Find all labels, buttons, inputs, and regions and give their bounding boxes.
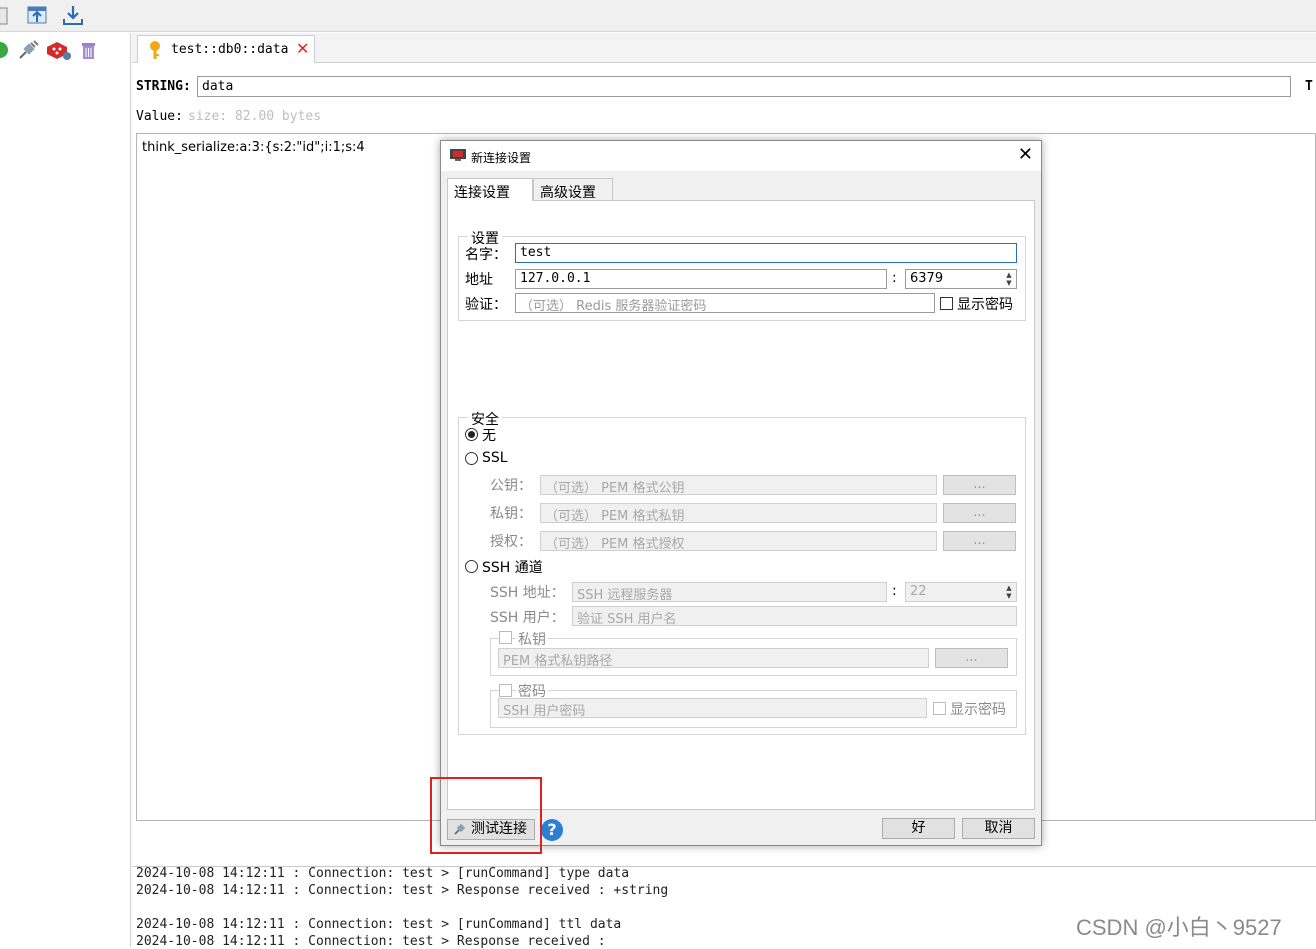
help-icon[interactable]: ? bbox=[541, 819, 563, 841]
value-label: Value: bbox=[136, 109, 183, 124]
ssh-user-label: SSH 用户： bbox=[490, 610, 565, 626]
plug-icon[interactable] bbox=[17, 39, 39, 61]
ssh-privkey-checkbox[interactable] bbox=[499, 631, 512, 644]
ssl-auth-label: 授权： bbox=[490, 534, 532, 550]
ssl-pubkey-input[interactable]: （可选） PEM 格式公钥 bbox=[540, 475, 937, 495]
ssl-auth-input[interactable]: （可选） PEM 格式授权 bbox=[540, 531, 937, 551]
name-label: 名字： bbox=[465, 247, 507, 263]
reload-icon[interactable] bbox=[0, 39, 14, 61]
new-connection-dialog: 新连接设置 ✕ 连接设置 高级设置 设置 名字： test 地址 127.0.0… bbox=[440, 140, 1042, 846]
key-type-label: STRING: bbox=[136, 79, 191, 94]
close-icon[interactable]: ✕ bbox=[1018, 145, 1033, 165]
ssh-user-input[interactable]: 验证 SSH 用户名 bbox=[572, 606, 1017, 626]
name-input[interactable]: test bbox=[515, 243, 1017, 263]
show-password-checkbox[interactable] bbox=[940, 297, 953, 310]
security-none-radio[interactable] bbox=[465, 428, 478, 441]
ok-button[interactable]: 好 bbox=[882, 818, 955, 839]
ssl-pubkey-browse-button[interactable]: ... bbox=[943, 475, 1016, 495]
spin-down-icon[interactable]: ▼ bbox=[1003, 592, 1015, 600]
ssh-password-checkbox[interactable] bbox=[499, 684, 512, 697]
security-ssh-label: SSH 通道 bbox=[482, 560, 543, 576]
ssl-privkey-browse-button[interactable]: ... bbox=[943, 503, 1016, 523]
ssh-address-input[interactable]: SSH 远程服务器 bbox=[572, 582, 887, 602]
spin-up-icon[interactable]: ▲ bbox=[1003, 271, 1015, 279]
tab-key-data[interactable]: test::db0::data ✕ bbox=[137, 35, 315, 63]
port-stepper[interactable]: 6379 ▲ ▼ bbox=[905, 269, 1017, 289]
value-size: size: 82.00 bytes bbox=[188, 109, 322, 124]
tab-label: test::db0::data bbox=[171, 42, 289, 57]
toolbar-button-cut[interactable] bbox=[0, 4, 16, 28]
host-input[interactable]: 127.0.0.1 bbox=[515, 269, 887, 289]
highlight-box bbox=[430, 777, 542, 854]
log-line: 2024-10-08 14:12:11 : Connection: test >… bbox=[136, 883, 669, 898]
connection-settings-page: 设置 名字： test 地址 127.0.0.1 : 6379 ▲ ▼ 验证： … bbox=[447, 200, 1035, 810]
ssl-auth-browse-button[interactable]: ... bbox=[943, 531, 1016, 551]
port-value: 6379 bbox=[910, 271, 944, 286]
cancel-button[interactable]: 取消 bbox=[962, 818, 1035, 839]
security-ssh-radio[interactable] bbox=[465, 560, 478, 573]
ttl-label: T bbox=[1305, 79, 1313, 94]
address-label: 地址 bbox=[465, 272, 493, 288]
ssh-address-label: SSH 地址： bbox=[490, 585, 565, 601]
ssh-port-value: 22 bbox=[910, 584, 927, 599]
ssh-port-stepper[interactable]: 22 ▲ ▼ bbox=[905, 582, 1017, 602]
spin-up-icon[interactable]: ▲ bbox=[1003, 584, 1015, 592]
connection-panel bbox=[0, 33, 131, 947]
security-none-label: 无 bbox=[482, 428, 496, 444]
tab-connection-settings[interactable]: 连接设置 bbox=[447, 178, 533, 201]
auth-label: 验证： bbox=[465, 297, 507, 313]
auth-password-input[interactable]: （可选） Redis 服务器验证密码 bbox=[515, 293, 935, 313]
trash-icon[interactable] bbox=[78, 39, 100, 61]
ssh-show-password-label: 显示密码 bbox=[950, 702, 1006, 718]
security-ssl-label: SSL bbox=[482, 450, 508, 466]
key-name-input[interactable]: data bbox=[197, 76, 1291, 97]
download-icon[interactable] bbox=[61, 4, 85, 28]
main-toolbar bbox=[0, 0, 1316, 32]
ssh-password-input[interactable]: SSH 用户密码 bbox=[498, 698, 927, 718]
port-separator: : bbox=[892, 270, 897, 286]
ssl-privkey-label: 私钥： bbox=[490, 506, 532, 522]
app-icon bbox=[450, 149, 466, 161]
ssl-pubkey-label: 公钥： bbox=[490, 478, 532, 494]
key-tab-bar: test::db0::data ✕ bbox=[132, 33, 1316, 63]
ssh-privkey-path-input[interactable]: PEM 格式私钥路径 bbox=[498, 648, 929, 668]
close-icon[interactable]: ✕ bbox=[296, 40, 309, 58]
watermark: CSDN @小白丶9527 bbox=[1076, 915, 1282, 940]
ssh-privkey-group-title: 私钥 bbox=[516, 629, 548, 649]
value-text: think_serialize:a:3:{s:2:"id";i:1;s:4 bbox=[142, 140, 365, 155]
security-ssl-radio[interactable] bbox=[465, 452, 478, 465]
ssh-port-separator: : bbox=[892, 583, 897, 599]
key-icon bbox=[148, 40, 162, 64]
redis-settings-icon[interactable] bbox=[45, 39, 73, 61]
show-password-label: 显示密码 bbox=[957, 297, 1013, 313]
ssl-privkey-input[interactable]: （可选） PEM 格式私钥 bbox=[540, 503, 937, 523]
dialog-title-bar: 新连接设置 ✕ bbox=[441, 141, 1041, 171]
ssh-privkey-browse-button[interactable]: ... bbox=[935, 648, 1008, 668]
log-line: 2024-10-08 14:12:11 : Connection: test >… bbox=[136, 866, 630, 881]
dialog-title: 新连接设置 bbox=[471, 151, 532, 165]
spin-down-icon[interactable]: ▼ bbox=[1003, 279, 1015, 287]
tab-advanced-settings[interactable]: 高级设置 bbox=[533, 178, 613, 201]
ssh-show-password-checkbox[interactable] bbox=[933, 702, 946, 715]
import-icon[interactable] bbox=[26, 4, 50, 28]
log-line: 2024-10-08 14:12:11 : Connection: test >… bbox=[136, 917, 622, 932]
